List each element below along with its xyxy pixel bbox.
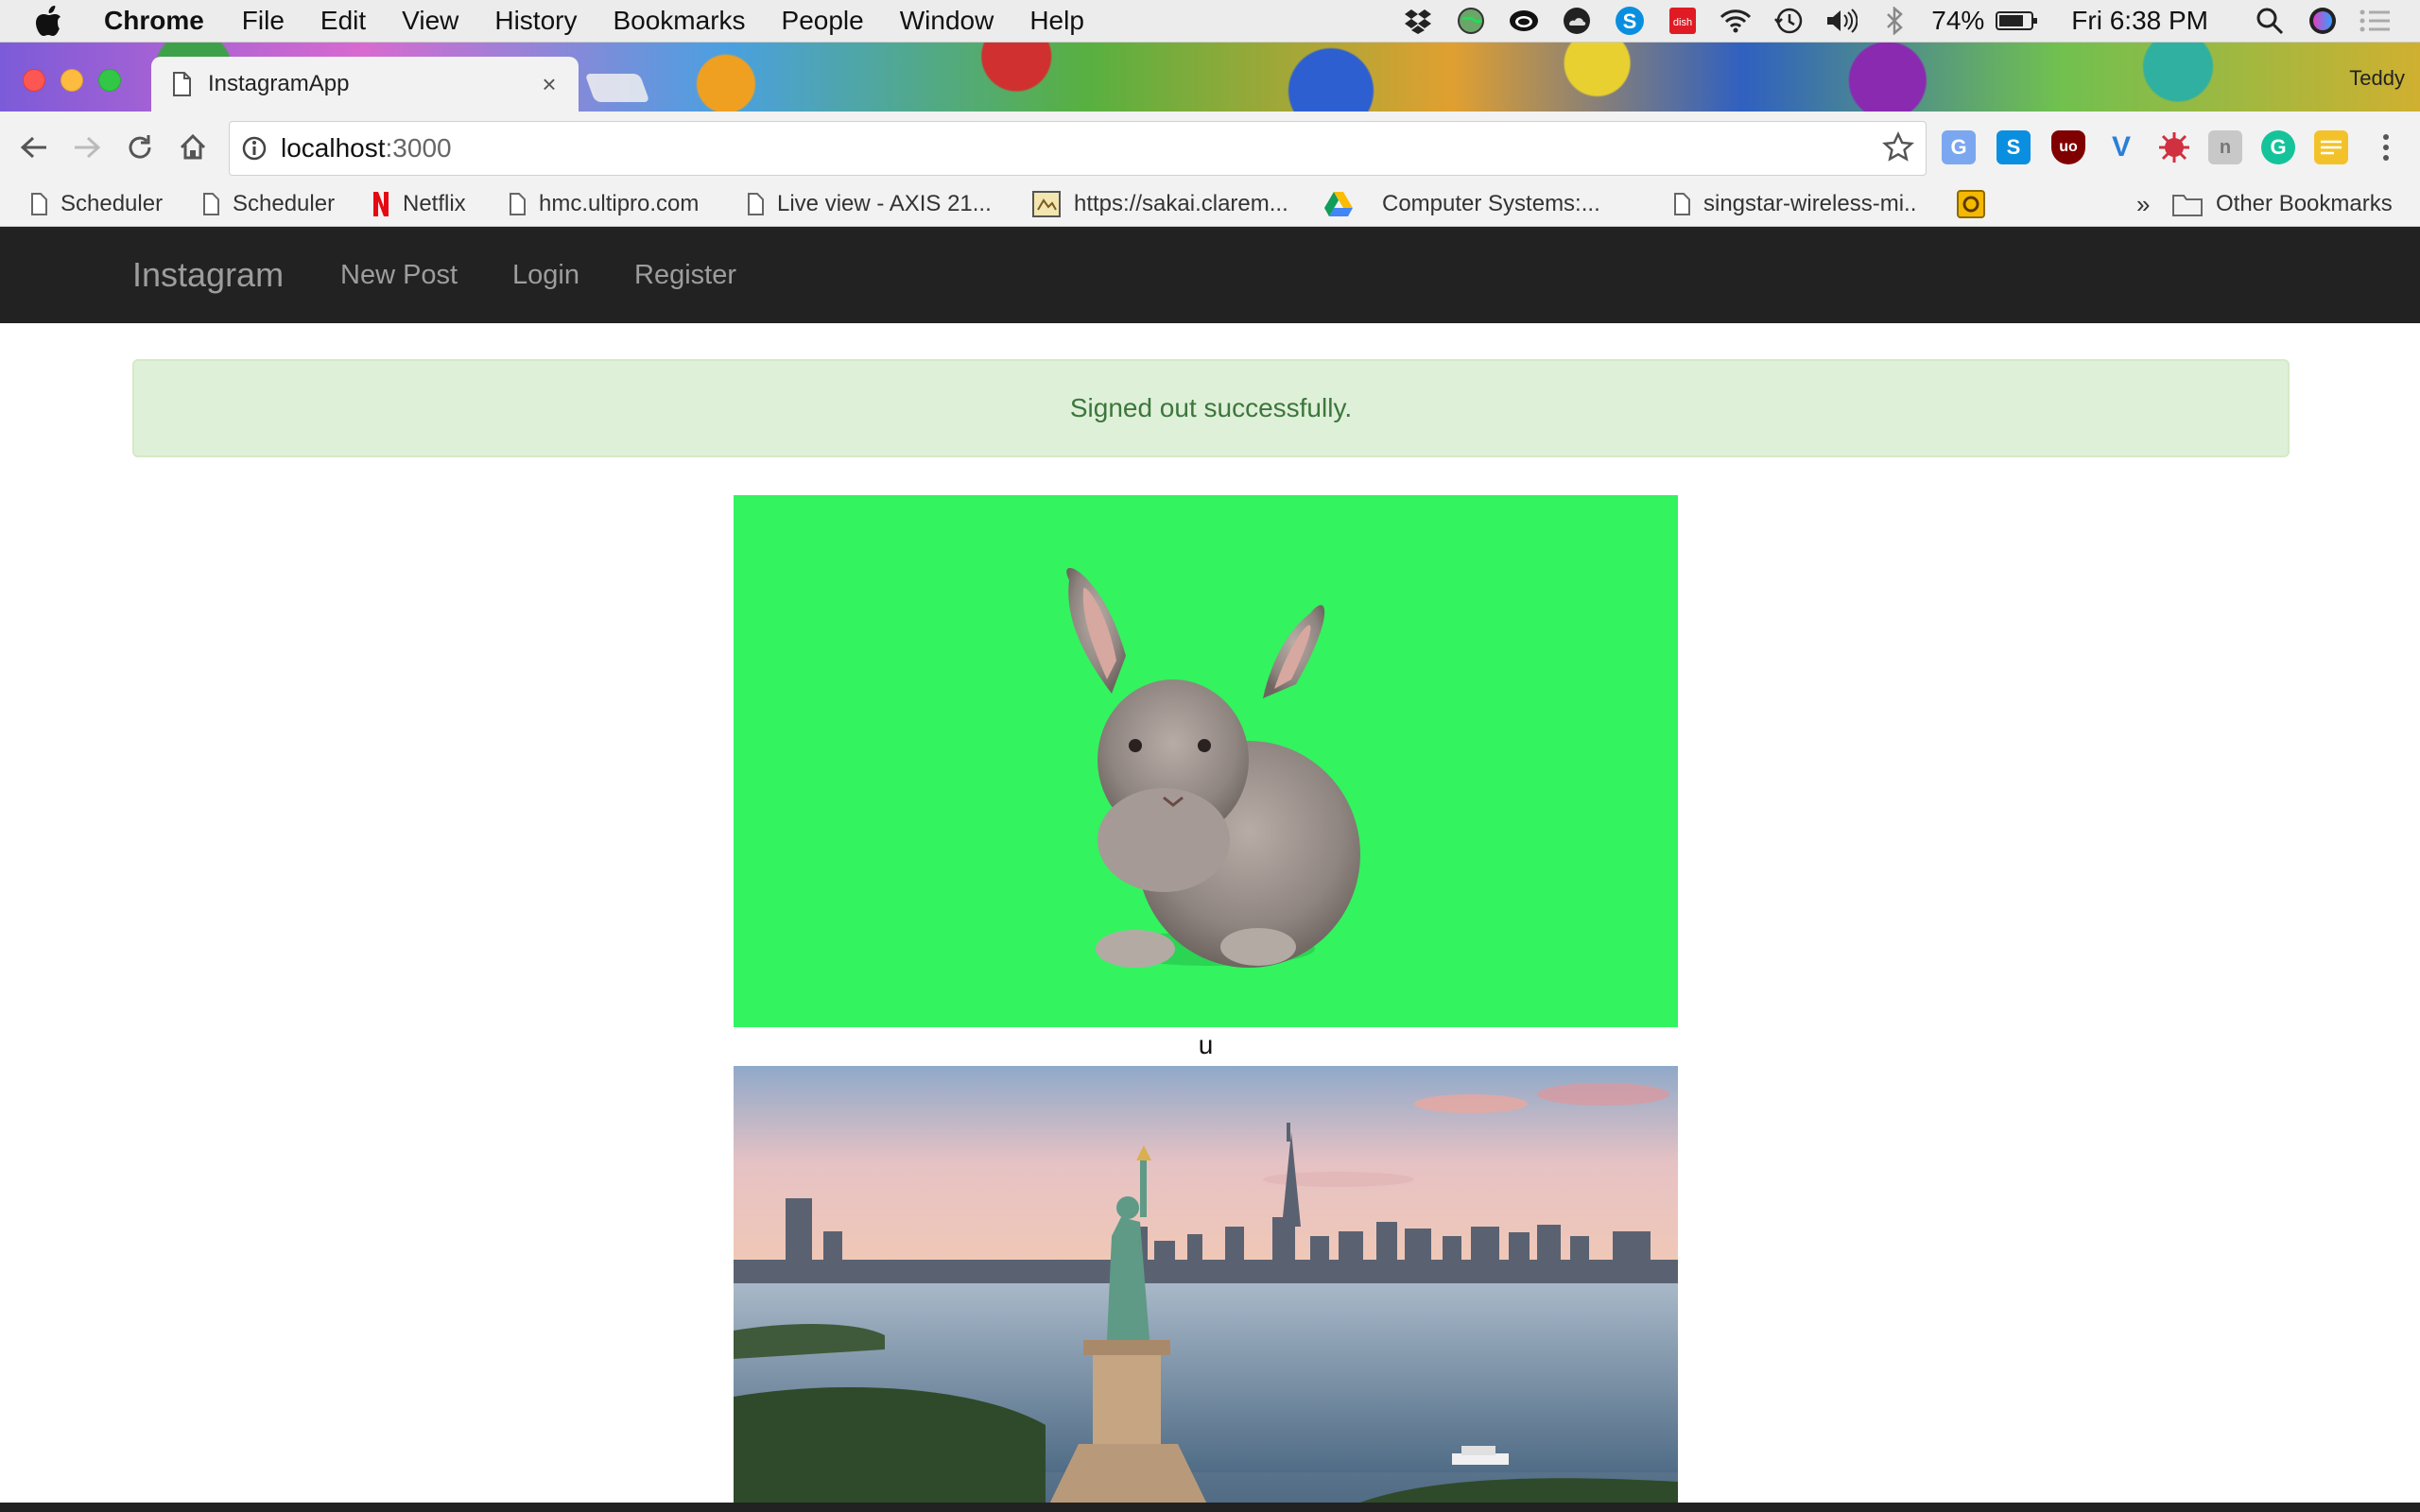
bookmark-item[interactable]: hmc.ultipro.com: [509, 185, 699, 223]
profile-name[interactable]: Teddy: [2349, 66, 2405, 91]
bookmark-star-icon[interactable]: [1882, 131, 1914, 168]
bluetooth-icon[interactable]: [1878, 5, 1910, 37]
window-close-button[interactable]: [23, 69, 45, 92]
bookmark-item[interactable]: singstar-wireless-mi..: [1673, 185, 1916, 223]
bookmark-item[interactable]: Netflix: [372, 185, 466, 223]
page-icon: [172, 72, 191, 96]
status-area: S dish 74% Fri 6:38 PM: [1402, 0, 2420, 42]
bookmark-label: Other Bookmarks: [2216, 191, 2393, 216]
clock[interactable]: Fri 6:38 PM: [2071, 6, 2208, 36]
bookmark-item[interactable]: [1957, 185, 1998, 223]
menu-people[interactable]: People: [782, 6, 864, 36]
browser-tab[interactable]: InstagramApp ×: [151, 57, 579, 112]
menu-app-name[interactable]: Chrome: [104, 6, 204, 36]
sakai-icon: [1032, 191, 1061, 217]
skype-icon[interactable]: S: [1614, 5, 1646, 37]
menu-file[interactable]: File: [242, 6, 285, 36]
back-button[interactable]: [15, 129, 53, 166]
menu-window[interactable]: Window: [900, 6, 994, 36]
nav-register[interactable]: Register: [634, 260, 736, 291]
post-image[interactable]: [734, 1066, 1678, 1512]
battery-icon[interactable]: [1996, 5, 2039, 37]
creative-cloud-icon[interactable]: [1508, 5, 1540, 37]
menu-edit[interactable]: Edit: [320, 6, 366, 36]
folder-icon: [2172, 192, 2203, 216]
menu-bookmarks[interactable]: Bookmarks: [613, 6, 745, 36]
grammarly-icon[interactable]: G: [2261, 130, 2295, 164]
nav-login[interactable]: Login: [512, 260, 579, 291]
page-icon: [202, 193, 219, 215]
plugin-icon[interactable]: n: [2208, 130, 2242, 164]
menu-history[interactable]: History: [494, 6, 577, 36]
bookmark-item[interactable]: Scheduler: [202, 185, 335, 223]
page-icon: [30, 193, 47, 215]
menu-help[interactable]: Help: [1029, 6, 1084, 36]
post-caption: u: [1198, 1030, 1214, 1059]
wifi-icon[interactable]: [1720, 5, 1752, 37]
spotlight-icon[interactable]: [2254, 5, 2286, 37]
svg-text:S: S: [1623, 9, 1637, 33]
page-icon: [747, 193, 764, 215]
skype-ext-icon[interactable]: S: [1996, 130, 2031, 164]
bookmark-label: Live view - AXIS 21...: [777, 191, 992, 216]
bookmark-label: Netflix: [403, 191, 466, 216]
app-brand[interactable]: Instagram: [132, 255, 284, 295]
note-icon[interactable]: [2314, 130, 2348, 164]
macos-menu-bar: Chrome File Edit View History Bookmarks …: [0, 0, 2420, 43]
page-icon: [1673, 193, 1690, 215]
dropbox-icon[interactable]: [1402, 5, 1434, 37]
globe-icon[interactable]: [1455, 5, 1487, 37]
chrome-menu-icon[interactable]: [2369, 130, 2403, 164]
battery-percent[interactable]: 74%: [1931, 6, 1984, 36]
apple-icon[interactable]: [36, 6, 74, 36]
bookmarks-overflow[interactable]: »: [2136, 185, 2150, 223]
cloud-icon[interactable]: [1561, 5, 1593, 37]
home-button[interactable]: [174, 129, 212, 166]
netflix-icon: [372, 191, 389, 217]
tab-title: InstagramApp: [208, 71, 350, 96]
site-info-icon[interactable]: [241, 135, 268, 162]
bookmark-label: Scheduler: [60, 191, 164, 216]
window-zoom-button[interactable]: [98, 69, 121, 92]
notification-center-icon[interactable]: [2360, 5, 2392, 37]
time-machine-icon[interactable]: [1772, 5, 1805, 37]
bookmark-item[interactable]: Live view - AXIS 21...: [747, 185, 992, 223]
svg-text:dish: dish: [1673, 17, 1692, 28]
dish-icon[interactable]: dish: [1667, 5, 1699, 37]
page-icon: [509, 193, 526, 215]
bookmark-item[interactable]: https://sakai.clarem...: [1032, 185, 1288, 223]
forward-button[interactable]: [68, 129, 106, 166]
bookmark-label: https://sakai.clarem...: [1074, 191, 1288, 216]
menu-view[interactable]: View: [402, 6, 458, 36]
address-bar[interactable]: localhost:3000: [229, 121, 1927, 176]
bookmark-favicon-icon: [1957, 190, 1985, 218]
url-host: localhost: [281, 133, 386, 163]
bookmark-label: Computer Systems:...: [1382, 191, 1600, 216]
bookmark-label: Scheduler: [233, 191, 336, 216]
bookmark-label: hmc.ultipro.com: [539, 191, 700, 216]
post-image[interactable]: [734, 495, 1678, 1027]
window-minimize-button[interactable]: [60, 69, 83, 92]
ublock-icon[interactable]: uo: [2051, 130, 2085, 164]
siri-icon[interactable]: [2307, 5, 2339, 37]
url-port: :3000: [385, 133, 452, 163]
vimium-icon[interactable]: V: [2104, 130, 2138, 164]
flash-notice: Signed out successfully.: [132, 359, 2290, 457]
google-drive-icon: [1323, 191, 1354, 217]
bug-icon[interactable]: [2157, 130, 2191, 164]
other-bookmarks[interactable]: Other Bookmarks: [2172, 185, 2393, 223]
tab-close-icon[interactable]: ×: [535, 70, 563, 99]
bookmark-label: singstar-wireless-mi..: [1703, 191, 1917, 216]
bookmark-item[interactable]: Scheduler: [30, 185, 163, 223]
nav-new-post[interactable]: New Post: [340, 260, 458, 291]
bookmark-item[interactable]: Computer Systems:...: [1323, 185, 1600, 223]
new-tab-button[interactable]: [584, 74, 650, 102]
google-translate-icon[interactable]: G: [1942, 130, 1976, 164]
reload-button[interactable]: [121, 129, 159, 166]
volume-icon[interactable]: [1825, 5, 1858, 37]
dock-edge: [0, 1503, 2420, 1512]
